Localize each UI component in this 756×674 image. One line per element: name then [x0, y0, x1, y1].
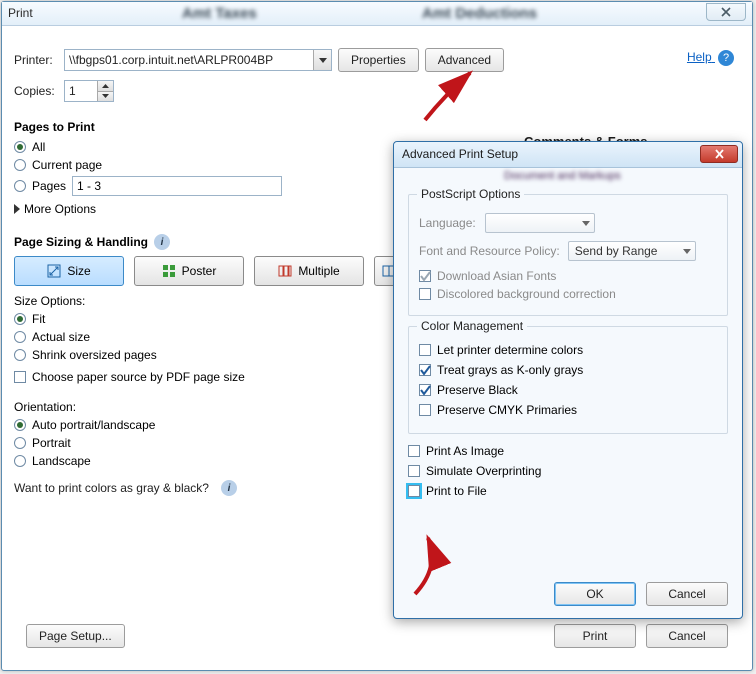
- cancel-button[interactable]: Cancel: [646, 624, 728, 648]
- radio-all-label: All: [32, 140, 45, 154]
- seg-size[interactable]: Size: [14, 256, 124, 286]
- bottom-bar: Page Setup... Print Cancel: [26, 624, 728, 648]
- multiple-icon: [278, 264, 292, 278]
- postscript-group: PostScript Options Language: Font and Re…: [408, 194, 728, 316]
- triangle-right-icon: [14, 204, 20, 214]
- properties-button[interactable]: Properties: [338, 48, 419, 72]
- size-icon: [47, 264, 61, 278]
- help-label: Help: [687, 50, 712, 64]
- policy-label: Font and Resource Policy:: [419, 244, 560, 258]
- advanced-print-setup-dialog: Advanced Print Setup Document and Markup…: [393, 141, 743, 619]
- color-management-head: Color Management: [417, 319, 527, 333]
- color-management-group: Color Management Let printer determine c…: [408, 326, 728, 434]
- printer-label: Printer:: [14, 53, 58, 67]
- postscript-head: PostScript Options: [417, 187, 524, 201]
- advanced-button[interactable]: Advanced: [425, 48, 504, 72]
- check-simulate-overprinting[interactable]: [408, 465, 420, 477]
- print-close-button[interactable]: [706, 3, 746, 21]
- seg-multiple[interactable]: Multiple: [254, 256, 364, 286]
- advanced-body: PostScript Options Language: Font and Re…: [408, 172, 728, 570]
- radio-orient-auto[interactable]: [14, 419, 26, 431]
- more-options-label: More Options: [24, 202, 96, 216]
- radio-pages-label: Pages: [32, 179, 66, 193]
- background-label-b: Amt Deductions: [422, 5, 537, 22]
- radio-current-label: Current page: [32, 158, 102, 172]
- advanced-cancel-button[interactable]: Cancel: [646, 582, 728, 606]
- check-download-asian[interactable]: [419, 270, 431, 282]
- printer-value: \\fbgps01.corp.intuit.net\ARLPR004BP: [69, 53, 273, 67]
- check-let-printer[interactable]: [419, 344, 431, 356]
- copies-spinner[interactable]: 1: [64, 80, 114, 102]
- print-button[interactable]: Print: [554, 624, 636, 648]
- copies-down[interactable]: [98, 92, 113, 102]
- poster-icon: [162, 264, 176, 278]
- print-titlebar: Print Amt Taxes Amt Deductions: [2, 2, 752, 26]
- policy-select[interactable]: Send by Range: [568, 241, 696, 261]
- advanced-titlebar: Advanced Print Setup: [394, 142, 742, 168]
- handling-head: Page Sizing & Handling: [14, 235, 148, 249]
- advanced-footer: OK Cancel: [554, 582, 728, 606]
- close-icon: [720, 7, 732, 17]
- advanced-close-button[interactable]: [700, 145, 738, 163]
- chevron-down-icon: [319, 58, 327, 63]
- radio-pages[interactable]: [14, 180, 26, 192]
- info-icon[interactable]: i: [154, 234, 170, 250]
- radio-current[interactable]: [14, 159, 26, 171]
- pages-input[interactable]: 1 - 3: [72, 176, 282, 196]
- check-treat-grays[interactable]: [419, 364, 431, 376]
- radio-shrink[interactable]: [14, 349, 26, 361]
- advanced-ok-button[interactable]: OK: [554, 582, 636, 606]
- page-setup-button[interactable]: Page Setup...: [26, 624, 125, 648]
- advanced-title: Advanced Print Setup: [402, 147, 518, 161]
- info-icon-2[interactable]: i: [221, 480, 237, 496]
- help-link[interactable]: Help ?: [687, 50, 734, 66]
- print-title: Print: [8, 6, 33, 20]
- background-label-a: Amt Taxes: [182, 5, 257, 22]
- check-print-as-image[interactable]: [408, 445, 420, 457]
- radio-fit[interactable]: [14, 313, 26, 325]
- close-icon: [714, 149, 725, 159]
- check-preserve-black[interactable]: [419, 384, 431, 396]
- radio-actual[interactable]: [14, 331, 26, 343]
- language-select: [485, 213, 595, 233]
- seg-poster[interactable]: Poster: [134, 256, 244, 286]
- radio-orient-landscape[interactable]: [14, 455, 26, 467]
- copies-value: 1: [69, 84, 76, 98]
- check-preserve-cmyk[interactable]: [419, 404, 431, 416]
- copies-label: Copies:: [14, 84, 58, 98]
- check-discolored[interactable]: [419, 288, 431, 300]
- pages-to-print-head: Pages to Print: [14, 120, 740, 134]
- gray-question: Want to print colors as gray & black?: [14, 481, 209, 495]
- check-paper-source[interactable]: [14, 371, 26, 383]
- help-icon: ?: [718, 50, 734, 66]
- printer-select[interactable]: \\fbgps01.corp.intuit.net\ARLPR004BP: [64, 49, 332, 71]
- copies-up[interactable]: [98, 81, 113, 92]
- dropdown-button[interactable]: [313, 50, 331, 70]
- radio-all[interactable]: [14, 141, 26, 153]
- language-label: Language:: [419, 216, 477, 230]
- radio-orient-portrait[interactable]: [14, 437, 26, 449]
- check-print-to-file[interactable]: [408, 485, 420, 497]
